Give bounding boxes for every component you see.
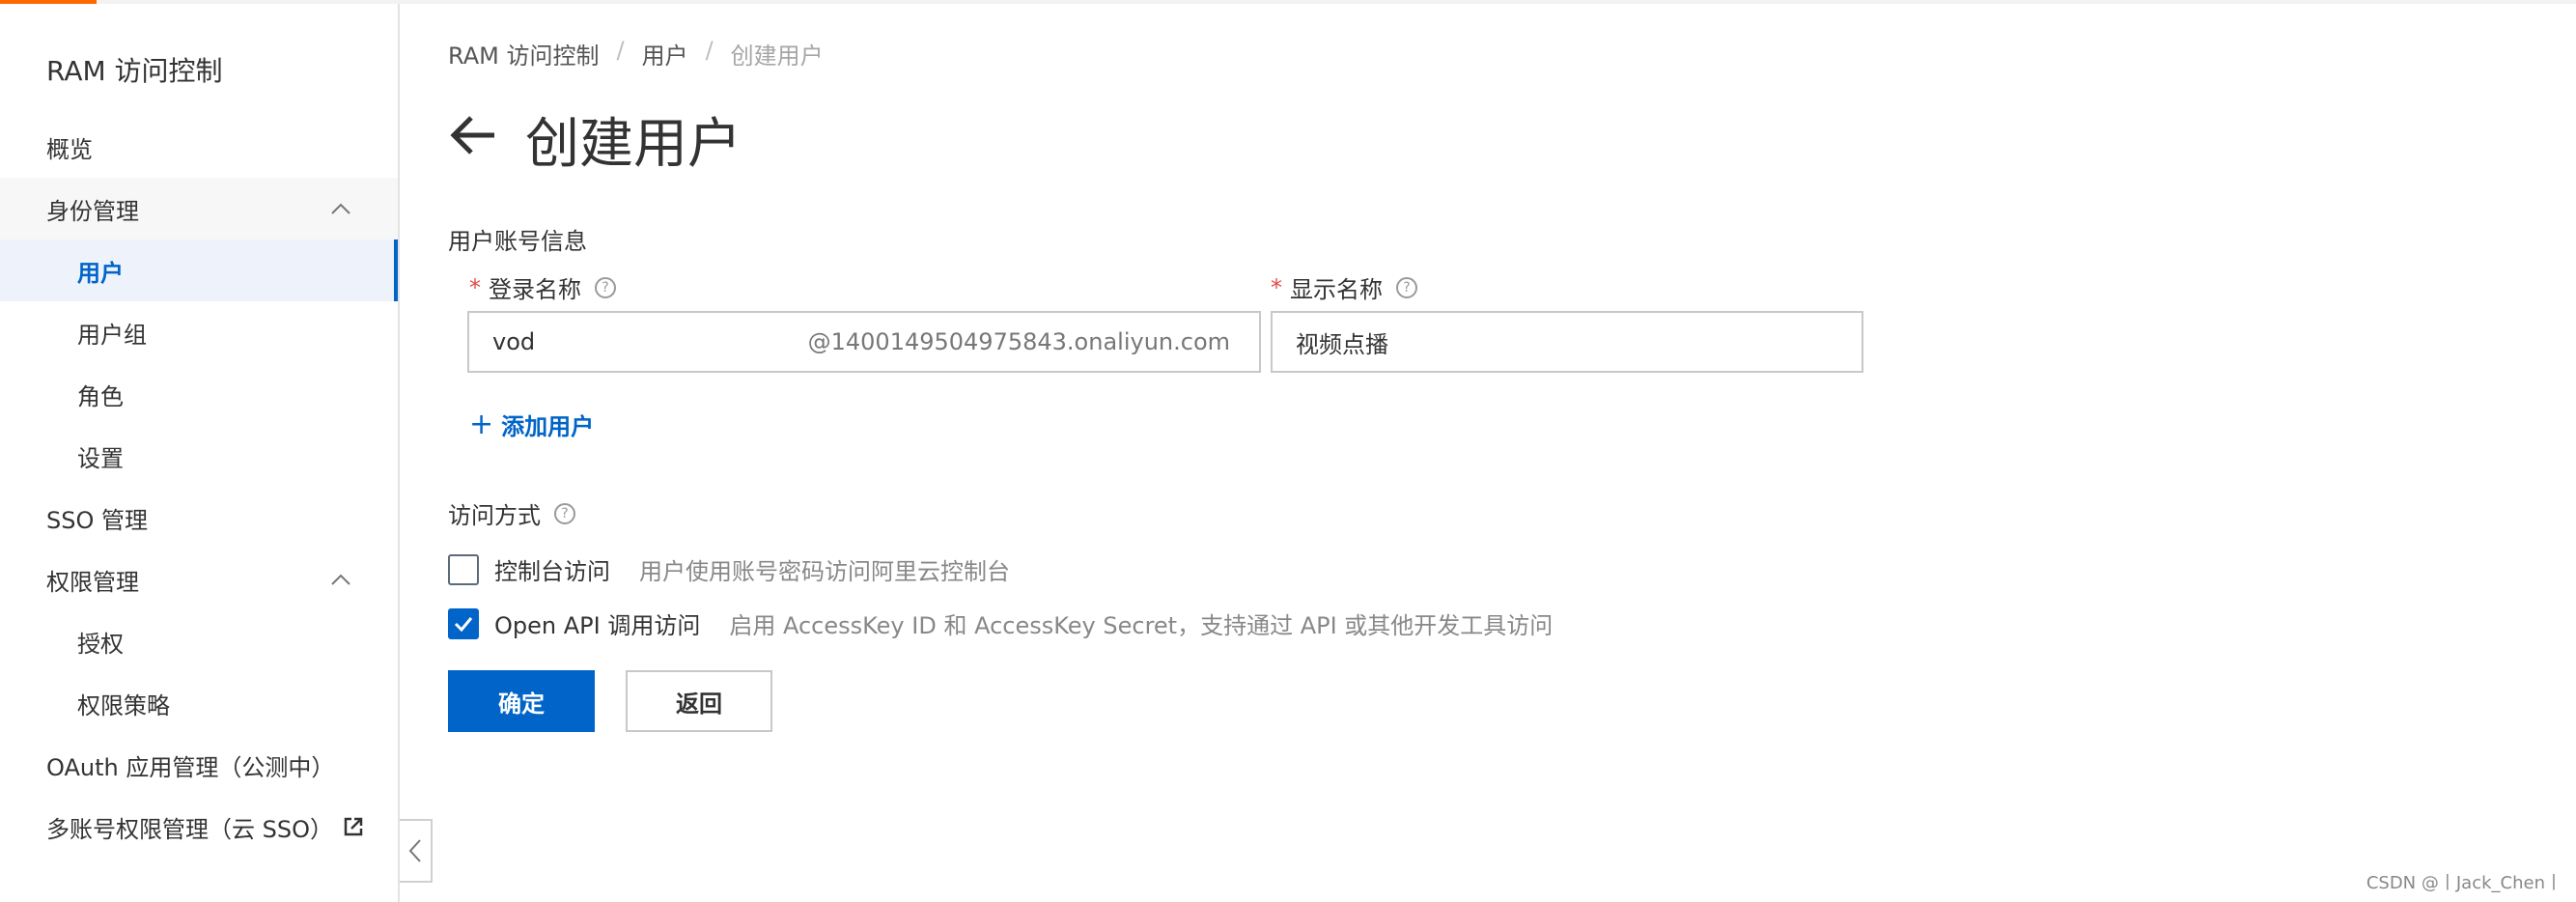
sidebar-item-user-groups[interactable]: 用户组 — [0, 301, 398, 363]
checkmark-icon — [454, 616, 473, 632]
back-arrow-icon[interactable] — [448, 110, 498, 160]
watermark: CSDN @丨Jack_Chen丨 — [2366, 873, 2562, 893]
display-name-label: * 显示名称 ? — [1271, 270, 1417, 304]
display-name-label-text: 显示名称 — [1290, 276, 1383, 303]
console-access-label: 控制台访问 — [494, 558, 610, 585]
api-access-checkbox[interactable] — [448, 607, 479, 639]
breadcrumb-separator: / — [616, 37, 625, 64]
chevron-up-icon — [331, 203, 350, 214]
help-icon[interactable]: ? — [1396, 276, 1417, 298]
login-name-input[interactable]: vod @1400149504975843.onaliyun.com — [467, 311, 1261, 373]
sidebar-item-label: 权限策略 — [77, 691, 170, 719]
sidebar-item-label: 设置 — [77, 444, 124, 472]
app-title: RAM 访问控制 — [46, 55, 223, 87]
sidebar-item-grants[interactable]: 授权 — [0, 610, 398, 672]
page-title: 创建用户 — [525, 113, 742, 176]
breadcrumb-item-current: 创建用户 — [730, 42, 824, 70]
sidebar: RAM 访问控制 概览 身份管理 用户 用户组 角色 设置 SSO 管理 权限管… — [0, 4, 400, 902]
sidebar-item-sso[interactable]: SSO 管理 — [0, 487, 398, 549]
sidebar-item-roles[interactable]: 角色 — [0, 363, 398, 425]
chevron-left-icon — [408, 839, 421, 862]
breadcrumb: RAM 访问控制 / 用户 / 创建用户 — [448, 37, 824, 70]
required-mark: * — [1271, 273, 1282, 301]
account-section-title: 用户账号信息 — [448, 228, 587, 255]
display-name-value: 视频点播 — [1296, 330, 1388, 358]
sidebar-item-label: 用户组 — [77, 321, 147, 349]
sidebar-item-label: OAuth 应用管理（公测中） — [46, 753, 335, 781]
main-content: RAM 访问控制 / 用户 / 创建用户 创建用户 用户账号信息 * 登录名称 … — [448, 4, 2576, 902]
login-name-label-text: 登录名称 — [489, 276, 581, 303]
sidebar-item-policies[interactable]: 权限策略 — [0, 672, 398, 734]
api-access-option[interactable]: Open API 调用访问 启用 AccessKey ID 和 AccessKe… — [448, 606, 1553, 640]
sidebar-item-label: 权限管理 — [46, 568, 139, 596]
login-name-value: vod — [492, 328, 536, 355]
sidebar-item-users[interactable]: 用户 — [0, 240, 398, 301]
help-icon[interactable]: ? — [595, 276, 616, 298]
breadcrumb-item-users[interactable]: 用户 — [642, 37, 688, 70]
sidebar-item-oauth-apps[interactable]: OAuth 应用管理（公测中） — [0, 734, 398, 796]
sidebar-item-cloud-sso[interactable]: 多账号权限管理（云 SSO） — [0, 796, 398, 858]
console-access-option[interactable]: 控制台访问 用户使用账号密码访问阿里云控制台 — [448, 552, 1010, 586]
plus-icon: + — [469, 408, 494, 441]
sidebar-item-settings[interactable]: 设置 — [0, 425, 398, 487]
back-button[interactable]: 返回 — [626, 670, 772, 732]
sidebar-item-label: 身份管理 — [46, 197, 139, 225]
sidebar-item-label: 概览 — [46, 135, 93, 163]
add-user-label: 添加用户 — [501, 413, 595, 440]
sidebar-item-overview[interactable]: 概览 — [0, 116, 398, 178]
login-name-domain-suffix: @1400149504975843.onaliyun.com — [807, 328, 1230, 355]
console-access-checkbox[interactable] — [448, 553, 479, 585]
breadcrumb-separator: / — [705, 37, 714, 64]
breadcrumb-item-ram[interactable]: RAM 访问控制 — [448, 37, 599, 70]
required-mark: * — [469, 273, 481, 301]
add-user-button[interactable]: + 添加用户 — [469, 408, 594, 441]
external-link-icon — [344, 817, 363, 836]
sidebar-item-permissions[interactable]: 权限管理 — [0, 549, 398, 610]
api-access-description: 启用 AccessKey ID 和 AccessKey Secret，支持通过 … — [729, 612, 1554, 639]
chevron-up-icon — [331, 574, 350, 585]
sidebar-item-label: 角色 — [77, 382, 124, 410]
confirm-button[interactable]: 确定 — [448, 670, 595, 732]
sidebar-collapse-button[interactable] — [400, 819, 433, 883]
sidebar-item-label: 授权 — [77, 630, 124, 658]
access-section-title: 访问方式 ? — [448, 496, 575, 530]
help-icon[interactable]: ? — [554, 502, 575, 524]
sidebar-item-label: 用户 — [77, 259, 124, 287]
api-access-label: Open API 调用访问 — [494, 612, 701, 639]
sidebar-item-label: SSO 管理 — [46, 506, 148, 534]
access-section-label: 访问方式 — [448, 502, 541, 529]
display-name-input[interactable]: 视频点播 — [1271, 311, 1863, 373]
sidebar-item-label: 多账号权限管理（云 SSO） — [46, 815, 333, 843]
login-name-label: * 登录名称 ? — [469, 270, 616, 304]
sidebar-item-identity[interactable]: 身份管理 — [0, 178, 398, 240]
console-access-description: 用户使用账号密码访问阿里云控制台 — [639, 558, 1010, 585]
